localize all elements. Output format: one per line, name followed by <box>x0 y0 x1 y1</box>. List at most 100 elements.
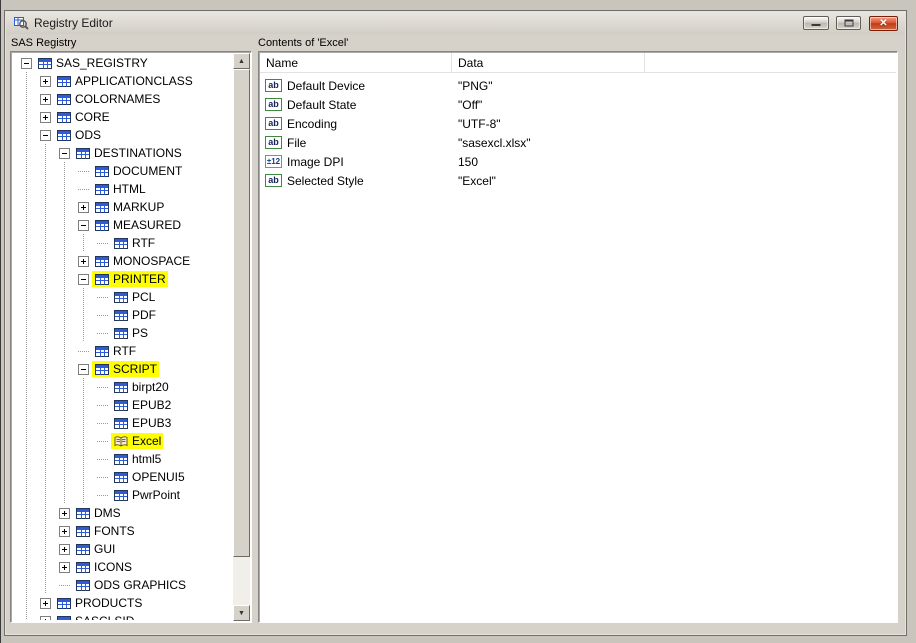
value-name: Image DPI <box>287 155 344 169</box>
expand-toggle-icon[interactable] <box>59 544 70 555</box>
maximize-button[interactable] <box>836 16 861 30</box>
expand-toggle-icon[interactable] <box>97 238 108 249</box>
scrollbar-track[interactable] <box>233 69 250 605</box>
column-header-data[interactable]: Data <box>452 53 645 72</box>
expand-toggle-icon[interactable] <box>78 166 89 177</box>
expand-toggle-icon[interactable] <box>97 310 108 321</box>
registry-key-icon <box>94 219 110 232</box>
tree-node[interactable]: COLORNAMES <box>13 90 232 108</box>
tree-node[interactable]: ODS GRAPHICS <box>13 576 232 594</box>
tree-node[interactable]: EPUB2 <box>13 396 232 414</box>
tree-node[interactable]: ICONS <box>13 558 232 576</box>
expand-toggle-icon[interactable] <box>59 526 70 537</box>
tree-node[interactable]: EPUB3 <box>13 414 232 432</box>
expand-toggle-icon[interactable] <box>40 598 51 609</box>
expand-toggle-icon[interactable] <box>97 382 108 393</box>
registry-key-icon <box>75 579 91 592</box>
tree-node[interactable]: FONTS <box>13 522 232 540</box>
tree-node[interactable]: ODS <box>13 126 232 144</box>
scroll-up-button[interactable]: ▲ <box>233 53 250 69</box>
expand-toggle-icon[interactable] <box>40 76 51 87</box>
tree-scrollbar[interactable]: ▲ ▼ <box>233 53 250 621</box>
tree-node[interactable]: PRINTER <box>13 270 232 288</box>
tree-node-label: EPUB3 <box>132 416 171 430</box>
value-name-cell: ab ±12 Default State <box>259 98 451 112</box>
expand-toggle-icon[interactable] <box>97 418 108 429</box>
expand-toggle-icon[interactable] <box>78 256 89 267</box>
tree-node[interactable]: PS <box>13 324 232 342</box>
value-row[interactable]: ab ±12 Encoding "UTF-8" <box>259 114 897 133</box>
value-row[interactable]: ab ±12 Image DPI 150 <box>259 152 897 171</box>
tree-node-body: DMS <box>73 505 123 521</box>
tree-node[interactable]: APPLICATIONCLASS <box>13 72 232 90</box>
tree-node[interactable]: RTF <box>13 234 232 252</box>
tree-node[interactable]: MONOSPACE <box>13 252 232 270</box>
expand-toggle-icon[interactable] <box>59 508 70 519</box>
tree-node[interactable]: html5 <box>13 450 232 468</box>
tree-node[interactable]: SAS_REGISTRY <box>13 54 232 72</box>
scrollbar-thumb[interactable] <box>233 69 250 557</box>
expand-toggle-icon[interactable] <box>78 346 89 357</box>
expand-toggle-icon[interactable] <box>97 436 108 447</box>
close-button[interactable]: ✕ <box>869 16 898 31</box>
registry-key-icon <box>113 291 129 304</box>
tree-node[interactable]: PRODUCTS <box>13 594 232 612</box>
expand-toggle-icon[interactable] <box>59 562 70 573</box>
expand-toggle-icon[interactable] <box>59 148 70 159</box>
expand-toggle-icon[interactable] <box>97 328 108 339</box>
tree-node[interactable]: PDF <box>13 306 232 324</box>
expand-toggle-icon[interactable] <box>59 580 70 591</box>
tree-node[interactable]: DESTINATIONS <box>13 144 232 162</box>
tree-node[interactable]: PwrPoint <box>13 486 232 504</box>
expand-toggle-icon[interactable] <box>40 616 51 621</box>
tree-node[interactable]: CORE <box>13 108 232 126</box>
tree-node-label: html5 <box>132 452 161 466</box>
expand-toggle-icon[interactable] <box>78 364 89 375</box>
tree-node[interactable]: SASCLSID <box>13 612 232 620</box>
tree-node-body: PRODUCTS <box>54 595 144 611</box>
registry-key-icon <box>56 597 72 610</box>
tree-node[interactable]: MEASURED <box>13 216 232 234</box>
tree-node[interactable]: DMS <box>13 504 232 522</box>
minimize-button[interactable] <box>803 16 829 30</box>
column-header-name[interactable]: Name <box>260 53 452 72</box>
tree-node[interactable]: RTF <box>13 342 232 360</box>
titlebar[interactable]: Registry Editor ✕ <box>6 12 905 34</box>
scroll-up-icon: ▲ <box>238 58 245 65</box>
tree-node[interactable]: OPENUI5 <box>13 468 232 486</box>
tree-node-body: DOCUMENT <box>92 163 184 179</box>
expand-toggle-icon[interactable] <box>40 130 51 141</box>
value-row[interactable]: ab ±12 Default State "Off" <box>259 95 897 114</box>
value-row[interactable]: ab ±12 Selected Style "Excel" <box>259 171 897 190</box>
expand-toggle-icon[interactable] <box>78 202 89 213</box>
expand-toggle-icon[interactable] <box>40 94 51 105</box>
scroll-down-button[interactable]: ▼ <box>233 605 250 621</box>
value-row[interactable]: ab ±12 Default Device "PNG" <box>259 76 897 95</box>
tree-node[interactable]: GUI <box>13 540 232 558</box>
registry-key-icon <box>75 561 91 574</box>
tree-node[interactable]: DOCUMENT <box>13 162 232 180</box>
expand-toggle-icon[interactable] <box>21 58 32 69</box>
tree-node[interactable]: SCRIPT <box>13 360 232 378</box>
expand-toggle-icon[interactable] <box>97 454 108 465</box>
window-title: Registry Editor <box>34 16 113 30</box>
tree-node-label: APPLICATIONCLASS <box>75 74 193 88</box>
registry-key-icon <box>113 471 129 484</box>
tree-node-label: DMS <box>94 506 121 520</box>
expand-toggle-icon[interactable] <box>78 274 89 285</box>
expand-toggle-icon[interactable] <box>97 400 108 411</box>
expand-toggle-icon[interactable] <box>97 490 108 501</box>
expand-toggle-icon[interactable] <box>97 292 108 303</box>
string-value-icon: ab <box>265 136 282 149</box>
tree-node[interactable]: Excel <box>13 432 232 450</box>
tree-node[interactable]: PCL <box>13 288 232 306</box>
tree-node[interactable]: birpt20 <box>13 378 232 396</box>
value-data: "Excel" <box>451 174 496 188</box>
value-row[interactable]: ab ±12 File "sasexcl.xlsx" <box>259 133 897 152</box>
expand-toggle-icon[interactable] <box>78 184 89 195</box>
tree-node[interactable]: MARKUP <box>13 198 232 216</box>
expand-toggle-icon[interactable] <box>40 112 51 123</box>
tree-node[interactable]: HTML <box>13 180 232 198</box>
expand-toggle-icon[interactable] <box>78 220 89 231</box>
expand-toggle-icon[interactable] <box>97 472 108 483</box>
